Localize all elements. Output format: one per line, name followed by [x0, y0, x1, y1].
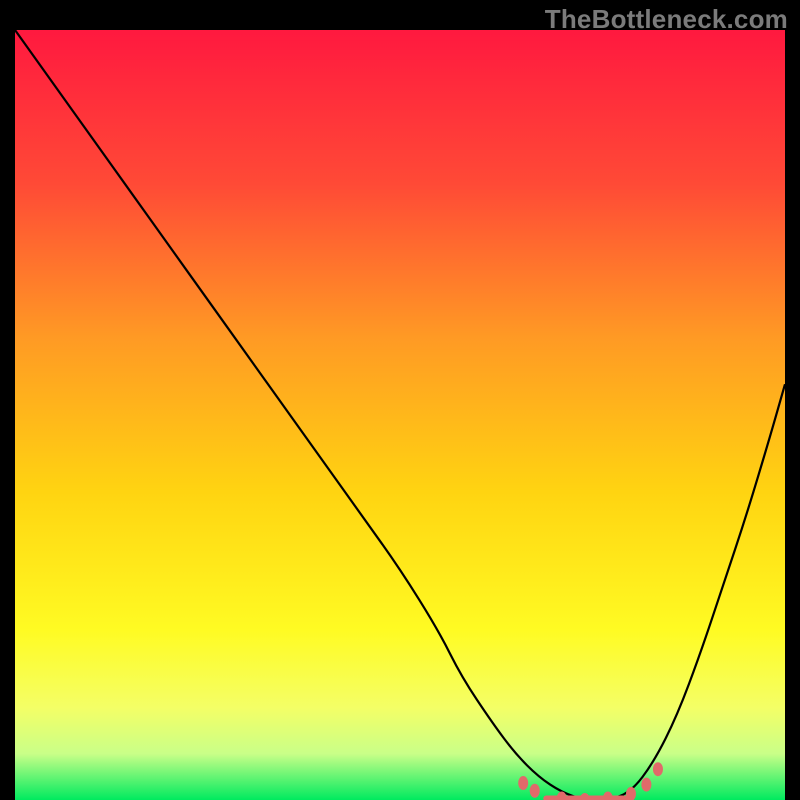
optimal-point-marker [641, 778, 651, 792]
bottleneck-chart [15, 30, 785, 800]
optimal-point-marker [518, 776, 528, 790]
optimal-point-marker [653, 762, 663, 776]
chart-frame [15, 30, 785, 800]
gradient-background [15, 30, 785, 800]
optimal-point-marker [530, 784, 540, 798]
watermark-text: TheBottleneck.com [545, 4, 788, 35]
